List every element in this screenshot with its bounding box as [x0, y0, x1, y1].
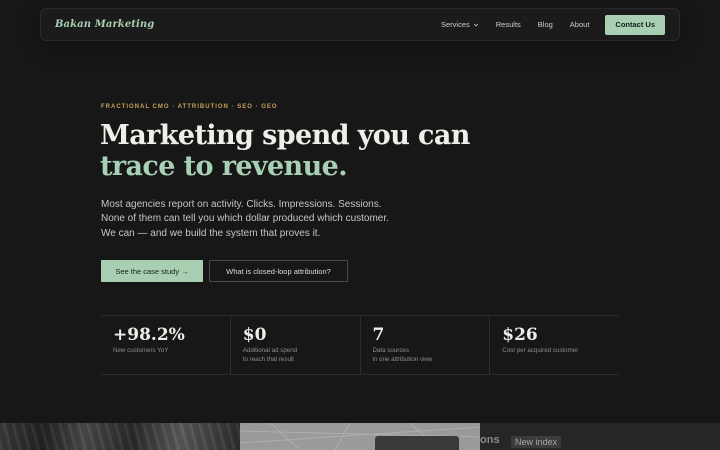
preview-panel: ons New index [480, 423, 720, 450]
stat-label-line: in one attribution view [372, 355, 433, 363]
new-index-badge: New index [511, 436, 562, 448]
see-case-study-button[interactable]: See the case study → [101, 260, 203, 282]
nav-link-blog[interactable]: Blog [538, 20, 553, 29]
stat-label-line: Additional ad spend [242, 347, 298, 354]
stat-label: Data sources in one attribution view [373, 347, 490, 365]
stat-ad-spend: $0 Additional ad spend to reach that res… [229, 316, 360, 374]
stat-value: $26 [502, 325, 538, 345]
stat-label-line: Data sources [372, 347, 409, 354]
stat-value: 7 [372, 325, 385, 345]
stat-label-line: to reach that result [242, 355, 294, 363]
hero-description-line: None of them can tell you which dollar p… [101, 213, 389, 225]
map-preview [240, 423, 480, 450]
case-study-photo [0, 423, 240, 450]
stat-label: Additional ad spend to reach that result [243, 347, 360, 365]
stat-label: New customers YoY [113, 347, 230, 356]
hero-headline: Marketing spend you can trace to revenue… [100, 120, 470, 182]
nav-link-services[interactable]: Services [441, 20, 479, 29]
hero-headline-line2: trace to revenue. [100, 151, 348, 182]
hero-description-line: Most agencies report on activity. Clicks… [101, 199, 382, 210]
brand-logo[interactable]: Bakan Marketing [55, 19, 154, 30]
hero-eyebrow: FRACTIONAL CMO · ATTRIBUTION · SEO · GEO [101, 104, 278, 110]
stat-value: +98.2% [113, 325, 185, 345]
contact-us-button[interactable]: Contact Us [605, 14, 665, 35]
stats-row: +98.2% New customers YoY $0 Additional a… [101, 315, 619, 375]
hero-description: Most agencies report on activity. Clicks… [101, 198, 389, 241]
stat-cost-per-customer: $26 Cost per acquired customer [489, 316, 619, 374]
nav-link-services-label: Services [441, 20, 470, 29]
nav-link-results[interactable]: Results [496, 20, 521, 29]
nav-link-about[interactable]: About [570, 20, 590, 29]
stat-value: $0 [242, 325, 267, 345]
stat-label: Cost per acquired customer [502, 347, 619, 356]
top-navbar: Bakan Marketing Services Results Blog Ab… [40, 8, 680, 41]
stat-data-sources: 7 Data sources in one attribution view [359, 316, 490, 374]
nav-links: Services Results Blog About Contact Us [441, 14, 665, 35]
closed-loop-attribution-button[interactable]: What is closed-loop attribution? [209, 260, 348, 282]
stat-label-line: Cost per acquired customer [502, 347, 579, 354]
preview-heading-fragment: ons [480, 434, 500, 446]
hero-headline-line1: Marketing spend you can [100, 120, 470, 151]
chevron-down-icon [473, 23, 478, 26]
hero-description-line: We can — and we build the system that pr… [101, 227, 321, 239]
stat-label-line: New customers YoY [113, 347, 169, 354]
map-overlay-card [375, 436, 459, 450]
stat-new-customers: +98.2% New customers YoY [101, 316, 230, 374]
